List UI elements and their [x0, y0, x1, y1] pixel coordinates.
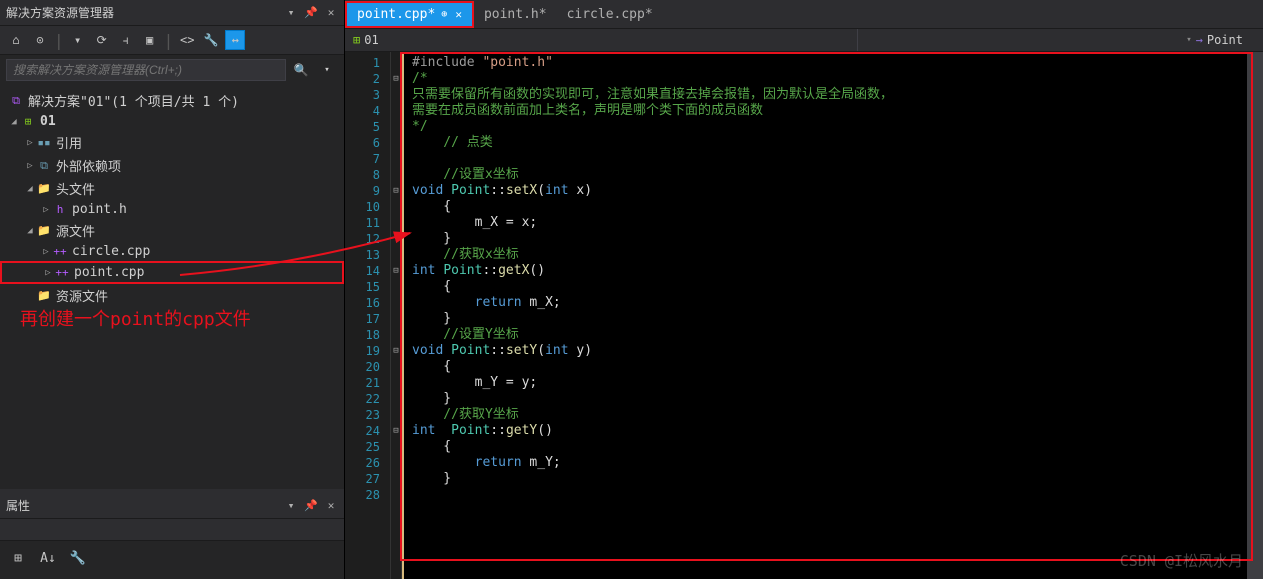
toolbar-btn[interactable]: ▾ [68, 30, 88, 50]
folder-icon: 📁 [36, 224, 52, 238]
pin-icon[interactable]: 📌 [304, 6, 318, 20]
solution-label: 解决方案"01"(1 个项目/共 1 个) [28, 91, 239, 110]
pin-icon[interactable]: ⊕ [441, 9, 447, 20]
scope-icon[interactable]: ↔ [225, 30, 245, 50]
solution-node[interactable]: ⧉ 解决方案"01"(1 个项目/共 1 个) [0, 89, 344, 112]
expand-icon[interactable]: ◢ [24, 226, 36, 236]
close-icon[interactable]: ✕ [324, 6, 338, 20]
code-editor[interactable]: 1234567891011121314151617181920212223242… [345, 52, 1263, 579]
expand-icon[interactable]: ▷ [40, 247, 52, 257]
cpp-file-icon: ++ [54, 266, 70, 280]
search-drop-icon[interactable]: ▾ [316, 59, 338, 81]
expand-icon[interactable]: ▷ [24, 161, 36, 171]
arrow-icon: → [1196, 33, 1203, 47]
solution-explorer-panel: 解决方案资源管理器 ▾ 📌 ✕ ⌂ ⊙ | ▾ ⟳ ⫞ ▣ | <> 🔧 ↔ 🔍… [0, 0, 345, 579]
expand-icon[interactable]: ▷ [42, 268, 54, 278]
annotation-text: 再创建一个point的cpp文件 [20, 305, 251, 331]
sources-label: 源文件 [56, 221, 95, 240]
tab-label: point.h* [484, 7, 547, 22]
solution-explorer-title: 解决方案资源管理器 [6, 4, 114, 21]
wrench-icon[interactable]: 🔧 [66, 547, 90, 569]
expand-icon[interactable]: ◢ [24, 184, 36, 194]
folder-icon: 📁 [36, 182, 52, 196]
alphabetical-icon[interactable]: A↓ [36, 547, 60, 569]
member-dropdown[interactable]: ▾ → Point [1178, 33, 1263, 47]
categorized-icon[interactable]: ⊞ [6, 547, 30, 569]
folder-icon: 📁 [36, 289, 52, 303]
tab-point-cpp[interactable]: point.cpp* ⊕ ✕ [345, 1, 474, 28]
references-node[interactable]: ▷ ▪▪ 引用 [0, 131, 344, 154]
refresh-icon[interactable]: ⟳ [92, 30, 112, 50]
home-icon[interactable]: ⌂ [6, 30, 26, 50]
references-label: 引用 [56, 133, 82, 152]
project-icon: ⊞ [20, 115, 36, 129]
nav-member-label: Point [1207, 33, 1243, 47]
headers-label: 头文件 [56, 179, 95, 198]
dropdown-icon[interactable]: ▾ [284, 6, 298, 20]
project-icon: ⊞ [353, 33, 360, 47]
properties-filter-dropdown[interactable] [0, 519, 344, 541]
close-icon[interactable]: ✕ [455, 8, 462, 21]
headers-folder-node[interactable]: ◢ 📁 头文件 [0, 177, 344, 200]
file-label: circle.cpp [72, 244, 150, 259]
editor-tabs: point.cpp* ⊕ ✕ point.h* circle.cpp* [345, 0, 1263, 28]
search-icon[interactable]: 🔍 [290, 59, 312, 81]
solution-tree: ⧉ 解决方案"01"(1 个项目/共 1 个) ◢ ⊞ 01 ▷ ▪▪ 引用 ▷… [0, 85, 344, 489]
properties-title: 属性 [6, 497, 30, 514]
annotation-arrow [175, 225, 425, 285]
solution-icon: ⧉ [8, 94, 24, 108]
tab-label: point.cpp* [357, 7, 435, 22]
file-label: point.cpp [74, 265, 144, 280]
external-deps-node[interactable]: ▷ ⧉ 外部依赖项 [0, 154, 344, 177]
external-icon: ⧉ [36, 159, 52, 173]
vertical-scrollbar[interactable] [1247, 52, 1263, 579]
code-icon[interactable]: <> [177, 30, 197, 50]
tab-label: circle.cpp* [567, 7, 653, 22]
project-label: 01 [40, 114, 56, 129]
code-area[interactable]: #include "point.h"/*只需要保留所有函数的实现即可，注意如果直… [402, 52, 1263, 579]
collapse-icon[interactable]: ⫞ [116, 30, 136, 50]
expand-icon[interactable]: ▷ [40, 205, 52, 215]
expand-icon[interactable]: ◢ [8, 117, 20, 127]
solution-toolbar: ⌂ ⊙ | ▾ ⟳ ⫞ ▣ | <> 🔧 ↔ [0, 26, 344, 55]
header-file-icon: h [52, 203, 68, 217]
search-input[interactable] [6, 59, 286, 81]
cpp-file-icon: ++ [52, 245, 68, 259]
resources-label: 资源文件 [56, 286, 108, 305]
close-icon[interactable]: ✕ [324, 499, 338, 513]
line-number-gutter: 1234567891011121314151617181920212223242… [345, 52, 390, 579]
file-label: point.h [72, 202, 127, 217]
tab-circle-cpp[interactable]: circle.cpp* [557, 3, 663, 26]
folding-column[interactable]: ⊟⊟⊟⊟⊟ [390, 52, 402, 579]
project-dropdown[interactable]: ⊞ 01 [345, 33, 387, 47]
dropdown-icon[interactable]: ▾ [284, 499, 298, 513]
tab-point-h[interactable]: point.h* [474, 3, 557, 26]
resources-folder-node[interactable]: 📁 资源文件 [0, 284, 344, 307]
toggle-icon[interactable]: ⊙ [30, 30, 50, 50]
properties-panel: 属性 ▾ 📌 ✕ ⊞ A↓ 🔧 [0, 489, 344, 579]
nav-project-label: 01 [364, 33, 378, 47]
watermark-text: CSDN @I松风水月 [1120, 550, 1243, 571]
expand-icon[interactable]: ▷ [24, 138, 36, 148]
wrench-icon[interactable]: 🔧 [201, 30, 221, 50]
editor-panel: point.cpp* ⊕ ✕ point.h* circle.cpp* ⊞ 01… [345, 0, 1263, 579]
project-node[interactable]: ◢ ⊞ 01 [0, 112, 344, 131]
editor-nav-bar: ⊞ 01 ▾ → Point [345, 28, 1263, 52]
references-icon: ▪▪ [36, 136, 52, 150]
external-label: 外部依赖项 [56, 156, 121, 175]
show-all-icon[interactable]: ▣ [140, 30, 160, 50]
header-file-node[interactable]: ▷ h point.h [0, 200, 344, 219]
pin-icon[interactable]: 📌 [304, 499, 318, 513]
